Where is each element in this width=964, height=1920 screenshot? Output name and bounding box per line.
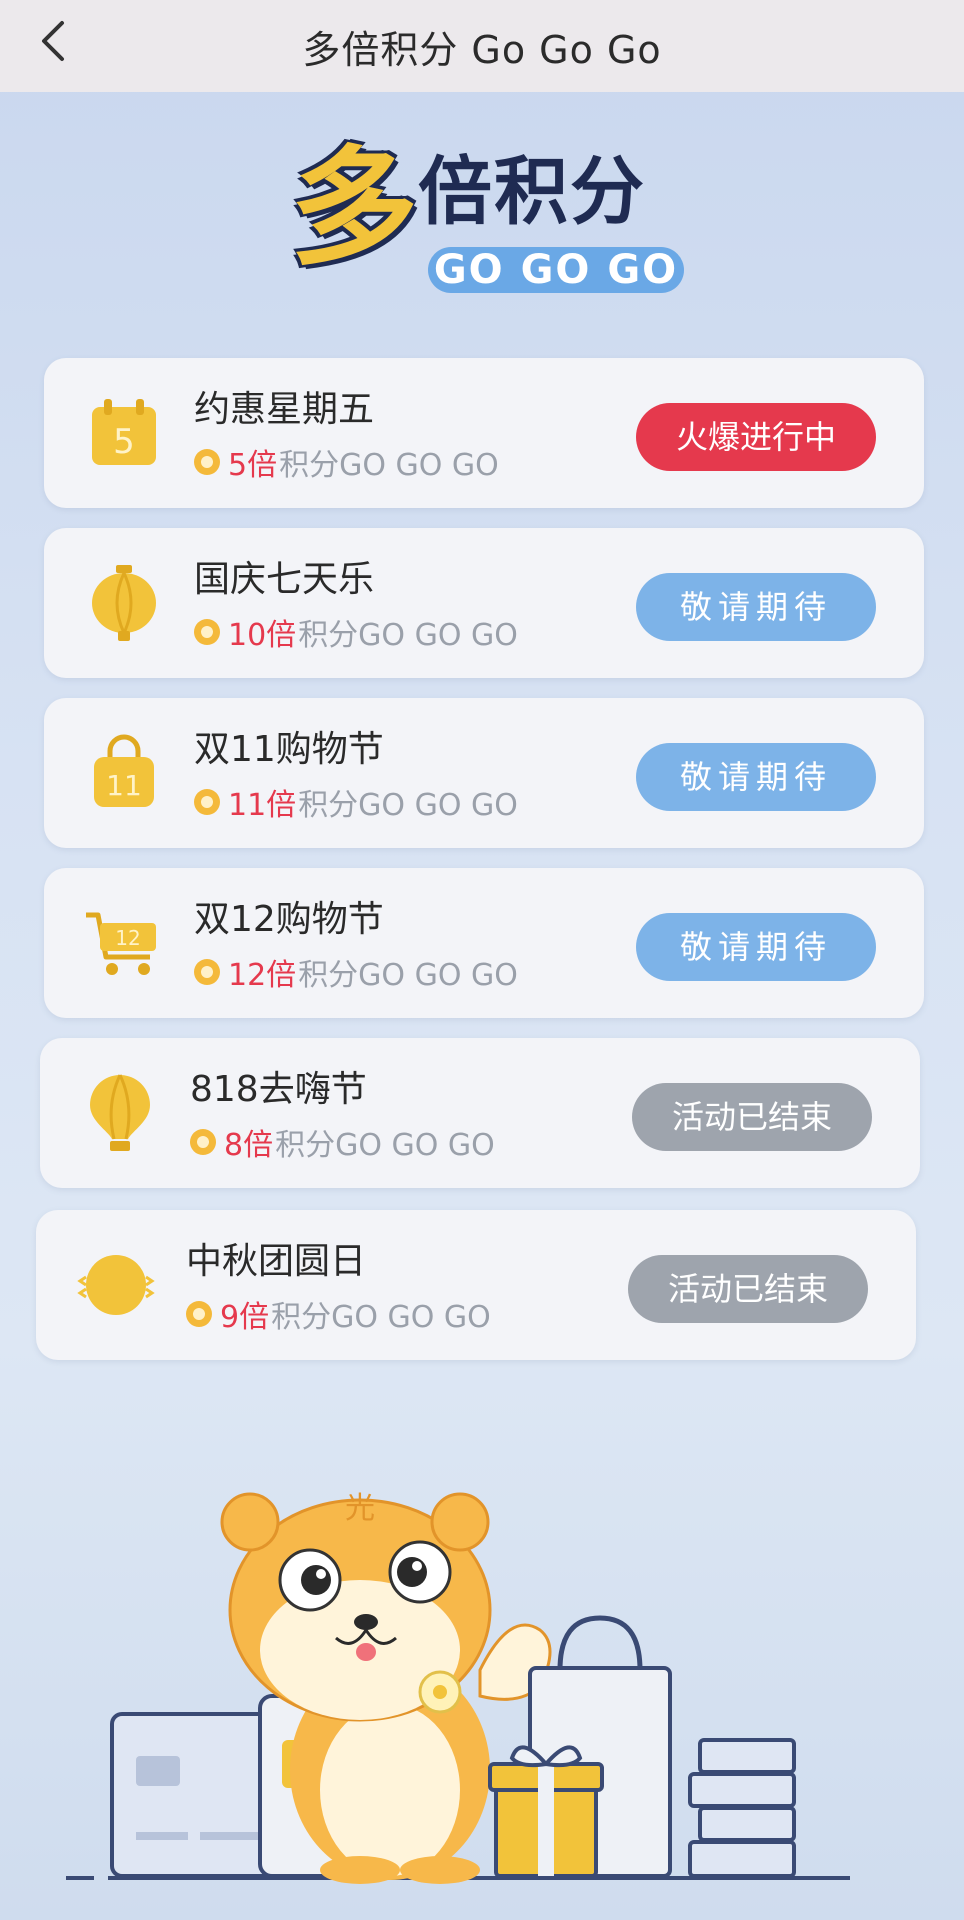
event-points: 12倍 积分GO GO GO [194,950,518,994]
coin-icon [194,789,220,815]
status-button-ended[interactable]: 活动已结束 [632,1083,872,1151]
coin-icon [190,1129,216,1155]
event-points: 11倍 积分GO GO GO [194,780,518,824]
event-points: 5倍 积分GO GO GO [194,440,499,484]
page-title: 多倍积分 Go Go Go [302,27,662,72]
balloon-icon [90,1074,150,1151]
coin-icon [194,449,220,475]
event-points: 10倍 积分GO GO GO [194,610,518,654]
event-card-818[interactable]: 818去嗨节 8倍 积分GO GO GO 活动已结束 [40,1038,920,1188]
event-card-double-12[interactable]: 12 双12购物节 12倍 积分GO GO GO 敬请期待 [44,868,924,1018]
event-name: 中秋团圆日 [186,1241,367,1282]
event-multiplier: 11倍 [228,788,297,823]
top-bar: 多倍积分 Go Go Go [0,0,964,92]
event-suffix: 积分GO GO GO [298,618,518,653]
coin-icon [194,619,220,645]
calendar-icon: 5 [92,399,156,465]
event-name: 818去嗨节 [190,1069,367,1110]
event-card-double-11[interactable]: 11 双11购物节 11倍 积分GO GO GO 敬请期待 [44,698,924,848]
banner-big-char: 多 [290,134,419,283]
banner-title: 倍积分 [418,149,646,235]
event-card-mid-autumn[interactable]: 中秋团圆日 9倍 积分GO GO GO 活动已结束 [36,1210,916,1360]
banner-logo: 多 倍积分 GO GO GO [290,145,690,305]
card-illustration [110,1712,284,1878]
cart-icon: 12 [86,912,156,975]
event-name: 双11购物节 [194,729,384,770]
event-multiplier: 10倍 [228,618,297,653]
event-suffix: 积分GO GO GO [298,958,518,993]
back-button[interactable] [28,16,78,66]
mascot-badge: 光 [345,1491,375,1526]
event-name: 国庆七天乐 [194,559,375,600]
moon-icon [77,1255,155,1315]
svg-text:11: 11 [106,769,142,802]
bag-icon: 11 [94,734,154,807]
event-multiplier: 8倍 [224,1128,274,1163]
lantern-icon [92,565,156,641]
event-points: 8倍 积分GO GO GO [190,1120,495,1164]
status-button-active[interactable]: 火爆进行中 [636,403,876,471]
event-suffix: 积分GO GO GO [275,1128,495,1163]
event-suffix: 积分GO GO GO [271,1300,491,1335]
event-card-national-day[interactable]: 国庆七天乐 10倍 积分GO GO GO 敬请期待 [44,528,924,678]
event-name: 双12购物节 [194,899,384,940]
event-suffix: 积分GO GO GO [279,448,499,483]
coin-icon [186,1301,212,1327]
status-button-ended[interactable]: 活动已结束 [628,1255,868,1323]
coin-icon [194,959,220,985]
status-button-upcoming[interactable]: 敬请期待 [636,743,876,811]
event-multiplier: 12倍 [228,958,297,993]
event-multiplier: 9倍 [220,1300,270,1335]
event-card-friday[interactable]: 5 约惠星期五 5倍 积分GO GO GO 火爆进行中 [44,358,924,508]
status-button-upcoming[interactable]: 敬请期待 [636,913,876,981]
chevron-left-icon [42,21,64,61]
svg-text:12: 12 [115,926,140,950]
mascot-illustration: 光 [66,1491,850,1884]
svg-text:5: 5 [113,422,135,462]
event-name: 约惠星期五 [194,389,375,430]
event-suffix: 积分GO GO GO [298,788,518,823]
event-points: 9倍 积分GO GO GO [186,1292,491,1336]
event-multiplier: 5倍 [228,448,278,483]
banner-gogo: GO GO GO [428,247,684,293]
status-button-upcoming[interactable]: 敬请期待 [636,573,876,641]
